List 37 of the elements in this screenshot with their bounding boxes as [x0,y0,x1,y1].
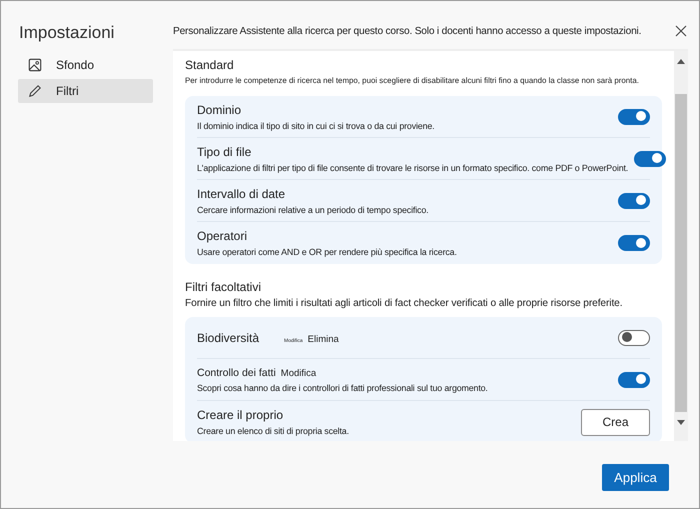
close-button[interactable] [675,25,687,37]
filter-description: Creare un elenco di siti di propria scelta. [197,426,350,436]
sidebar-item[interactable]: Filtri [18,79,153,103]
filter-name: Intervallo di date [197,186,286,200]
toggle-switch[interactable] [618,372,650,388]
filter-description: L'applicazione di filtri per tipo di file consente di trovare le risorse in un formato specifico. come PDF o PowerPoint. [197,162,628,172]
filter-link[interactable]: Modifica [280,368,316,378]
toggle-switch[interactable] [618,330,650,346]
toggle-switch[interactable] [618,235,650,251]
filter-name: Creare il proprio [197,408,284,422]
section-title: Standard [185,58,235,72]
apply-button[interactable]: Applica [602,464,669,490]
filter-name: Biodiversità [197,330,260,344]
filter-description: Usare operatori come AND e OR per rendere più specifica la ricerca. [197,247,458,257]
filter-name: Controllo dei fatti [197,366,276,378]
intro-text: Personalizzare Assistente alla ricerca per questo corso. Solo i docenti hanno accesso a queste impostazioni. [173,26,642,36]
filter-description: Scopri cosa hanno da dire i controllori di fatti professionali sul tuo argomento. [197,382,489,392]
close-icon [675,25,687,37]
filter-name: Operatori [197,229,248,243]
filter-link[interactable]: Elimina [308,334,339,344]
scroll-down-icon[interactable] [677,420,685,425]
sidebar-item[interactable]: Sfondo [18,53,153,77]
section-description: Fornire un filtro che limiti i risultati agli articoli di fact checker verificati o alle proprie risorse preferite. [185,298,624,309]
settings-title: Impostazioni [19,23,116,43]
filter-description: Il dominio indica il tipo di sito in cui ci si trova o da cui proviene. [197,120,436,130]
scroll-up-icon[interactable] [677,59,685,64]
filter-name: Dominio [197,102,242,116]
pencil-icon [28,84,42,98]
toggle-switch[interactable] [618,192,650,208]
create-button[interactable]: Crea [581,408,650,436]
section-title: Filtri facoltativi [185,280,262,294]
filter-name: Tipo di file [197,144,252,158]
scrollbar[interactable] [674,51,688,441]
filter-description: Cercare informazioni relative a un periodo di tempo specifico. [197,204,430,214]
toggle-switch[interactable] [634,150,666,166]
image-icon [28,58,42,72]
toggle-switch[interactable] [618,108,650,124]
